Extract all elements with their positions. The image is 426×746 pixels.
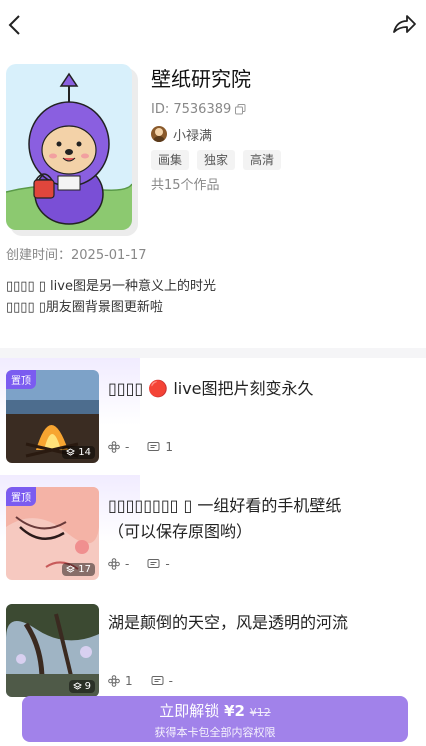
- item-title-line: 湖是颠倒的天空，风是透明的河流: [108, 613, 349, 632]
- item-title-line: （可以保存原图哟）: [108, 522, 253, 541]
- layers-icon: [66, 565, 76, 573]
- tag-list: 画集 独家 高清: [151, 150, 411, 170]
- likes-count: -: [125, 440, 130, 454]
- share-icon[interactable]: [390, 12, 418, 38]
- comment-icon: [151, 676, 164, 685]
- comments-stat[interactable]: -: [151, 674, 173, 688]
- collection-cover: [6, 64, 132, 230]
- likes-stat[interactable]: -: [108, 440, 129, 454]
- avatar: [151, 126, 167, 142]
- item-title: 湖是颠倒的天空，风是透明的河流: [108, 610, 408, 636]
- likes-stat[interactable]: 1: [108, 674, 133, 688]
- unlock-subtitle: 获得本卡包全部内容权限: [154, 726, 276, 739]
- likes-stat[interactable]: -: [108, 557, 129, 571]
- pinned-badge: 置顶: [6, 487, 36, 506]
- created-date: 创建时间：2025-01-17: [6, 248, 147, 263]
- item-title: ▯▯▯▯ 🔴 live图把片刻变永久: [108, 376, 408, 402]
- works-count: 共15个作品: [151, 178, 220, 193]
- pinned-badge: 置顶: [6, 370, 36, 389]
- comment-icon: [147, 559, 160, 568]
- copy-icon[interactable]: [235, 103, 246, 115]
- description-line: ▯▯▯▯ ▯朋友圈背景图更新啦: [6, 300, 163, 315]
- item-thumbnail[interactable]: 置顶 14: [6, 370, 99, 463]
- comments-stat[interactable]: 1: [147, 440, 173, 454]
- tag-item[interactable]: 画集: [151, 150, 190, 170]
- image-count: 17: [78, 564, 91, 575]
- collection-info: 壁纸研究院 ID: 7536389 小禄满 画集 独家 高清 共15个作品: [151, 64, 411, 196]
- like-icon: [108, 441, 120, 453]
- like-icon: [108, 558, 120, 570]
- tag-item[interactable]: 独家: [197, 150, 236, 170]
- collection-description: ▯▯▯▯ ▯ live图是另一种意义上的时光 ▯▯▯▯ ▯朋友圈背景图更新啦: [6, 276, 216, 318]
- comments-stat[interactable]: -: [147, 557, 170, 571]
- likes-count: -: [125, 557, 130, 571]
- comment-icon: [147, 442, 160, 451]
- like-icon: [108, 675, 120, 687]
- item-meta: - -: [108, 557, 170, 571]
- item-title: ▯▯▯▯▯▯▯▯ ▯ 一组好看的手机壁纸 （可以保存原图哟）: [108, 493, 408, 545]
- tag-item[interactable]: 高清: [243, 150, 282, 170]
- author-name: 小禄满: [173, 128, 213, 144]
- author-row[interactable]: 小禄满: [151, 122, 411, 146]
- image-count-badge: 9: [68, 680, 95, 693]
- comments-count: 1: [165, 440, 173, 454]
- layers-icon: [66, 448, 76, 456]
- description-line: ▯▯▯▯ ▯ live图是另一种意义上的时光: [6, 279, 216, 294]
- collection-id-row: ID: 7536389: [151, 98, 411, 120]
- section-divider: [0, 348, 426, 358]
- item-meta: - 1: [108, 440, 173, 454]
- item-thumbnail[interactable]: 置顶 17: [6, 487, 99, 580]
- item-thumbnail[interactable]: 9: [6, 604, 99, 697]
- chevron-left-icon[interactable]: [6, 12, 24, 38]
- likes-count: 1: [125, 674, 133, 688]
- item-title-line: ▯▯▯▯▯▯▯▯ ▯ 一组好看的手机壁纸: [108, 496, 342, 515]
- collection-title: 壁纸研究院: [151, 67, 251, 91]
- unlock-original-price: ¥12: [249, 706, 271, 719]
- comments-count: -: [168, 674, 173, 688]
- image-count-badge: 14: [62, 446, 95, 459]
- unlock-button[interactable]: 立即解锁 ¥2 ¥12 获得本卡包全部内容权限: [22, 696, 408, 742]
- image-count: 14: [78, 447, 91, 458]
- list-item[interactable]: 置顶 17 ▯▯▯▯▯▯▯▯ ▯ 一组好看的手机壁纸 （可以保存原图哟） - -: [0, 475, 426, 587]
- list-item[interactable]: 9 湖是颠倒的天空，风是透明的河流 1 -: [0, 592, 426, 704]
- unlock-main-line: 立即解锁 ¥2 ¥12: [22, 701, 408, 721]
- layers-icon: [72, 682, 82, 690]
- image-count-badge: 17: [62, 563, 95, 576]
- unlock-label: 立即解锁: [159, 702, 220, 720]
- top-bar: [0, 0, 426, 52]
- unlock-price: ¥2: [224, 702, 245, 720]
- comments-count: -: [165, 557, 170, 571]
- item-meta: 1 -: [108, 674, 173, 688]
- list-item[interactable]: 置顶 14 ▯▯▯▯ 🔴 live图把片刻变永久 - 1: [0, 358, 426, 470]
- collection-id: ID: 7536389: [151, 101, 232, 117]
- image-count: 9: [84, 681, 91, 692]
- item-title-line: ▯▯▯▯ 🔴 live图把片刻变永久: [108, 379, 314, 398]
